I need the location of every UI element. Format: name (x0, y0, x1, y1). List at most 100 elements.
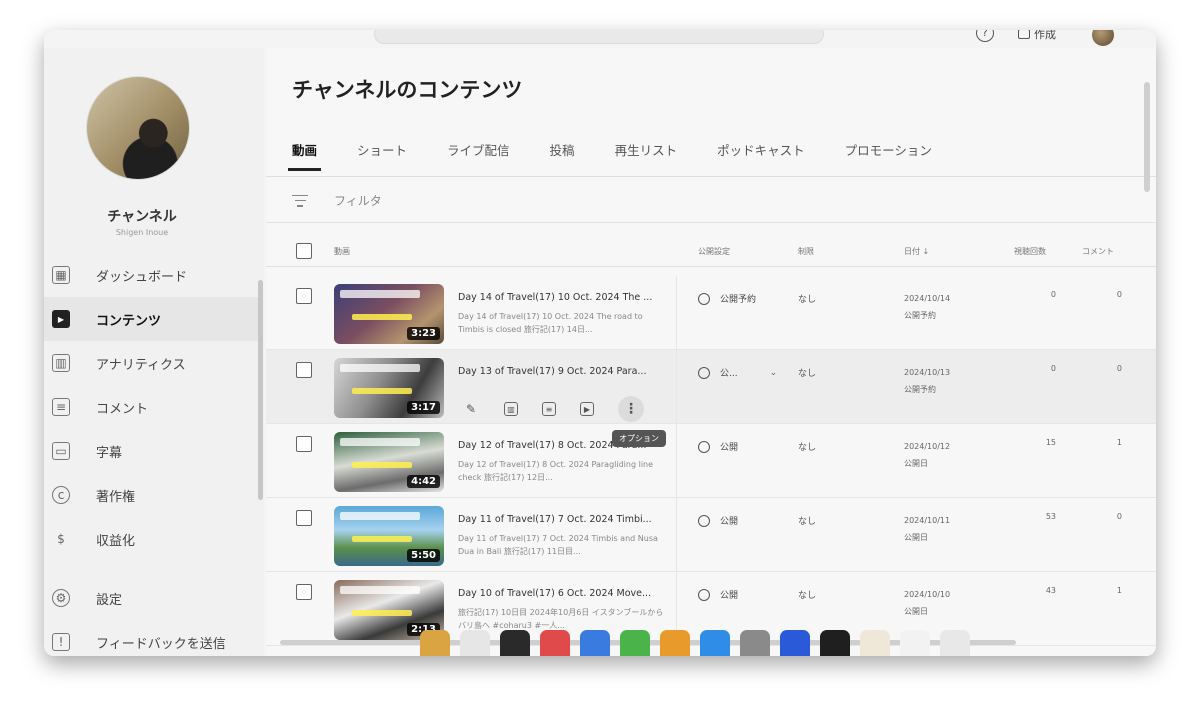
row-checkbox[interactable] (296, 288, 312, 304)
views-cell: 0 (1050, 290, 1056, 299)
date-cell: 2024/10/11 公開日 (904, 512, 950, 546)
column-header-video[interactable]: 動画 (334, 246, 350, 257)
sidebar-item-subtitles[interactable]: ▭ 字幕 (44, 429, 262, 473)
chevron-down-icon[interactable]: ⌄ (770, 368, 778, 378)
sidebar-item-dashboard[interactable]: ▦ ダッシュボード (44, 253, 262, 297)
channel-avatar[interactable] (86, 76, 190, 180)
comments-cell: 0 (1116, 512, 1122, 521)
vertical-scrollbar[interactable] (1144, 82, 1150, 192)
filter-bar[interactable]: フィルタ (292, 192, 382, 209)
app-icon[interactable] (900, 630, 930, 656)
app-icon[interactable] (420, 630, 450, 656)
row-checkbox[interactable] (296, 584, 312, 600)
video-title[interactable]: Day 11 of Travel(17) 7 Oct. 2024 Timbi..… (458, 514, 668, 525)
tab-shorts[interactable]: ショート (357, 140, 407, 171)
app-icon[interactable] (940, 630, 970, 656)
table-header: 動画 公開設定 制限 日付 ↓ 視聴回数 コメント (266, 236, 1156, 266)
page-title: チャンネルのコンテンツ (292, 78, 523, 102)
app-icon[interactable] (580, 630, 610, 656)
app-icon[interactable] (780, 630, 810, 656)
help-icon[interactable]: ? (976, 30, 994, 42)
sidebar-item-monetization[interactable]: $ 収益化 (44, 517, 262, 561)
column-divider (676, 424, 677, 498)
table-row[interactable]: 3:17 Day 13 of Travel(17) 9 Oct. 2024 Pa… (266, 350, 1156, 447)
app-icon[interactable] (500, 630, 530, 656)
comments-icon[interactable]: ≡ (542, 402, 556, 416)
video-title[interactable]: Day 10 of Travel(17) 6 Oct. 2024 Move... (458, 588, 668, 599)
terminal-icon[interactable] (820, 630, 850, 656)
video-title[interactable]: Day 14 of Travel(17) 10 Oct. 2024 The ..… (458, 292, 668, 303)
thumbnail-caption (352, 462, 412, 468)
table-row[interactable]: 3:23 Day 14 of Travel(17) 10 Oct. 2024 T… (266, 276, 1156, 350)
edit-icon[interactable]: ✎ (462, 400, 480, 418)
visibility-cell[interactable]: 公開 (698, 440, 738, 453)
column-header-restrictions[interactable]: 制限 (798, 246, 814, 257)
views-cell: 15 (1045, 438, 1056, 447)
date-cell: 2024/10/13 公開予約 (904, 364, 950, 398)
app-icon[interactable] (740, 630, 770, 656)
app-icon[interactable] (700, 630, 730, 656)
restriction-cell: なし (798, 591, 817, 601)
app-icon[interactable] (660, 630, 690, 656)
video-title[interactable]: Day 13 of Travel(17) 9 Oct. 2024 Para... (458, 366, 668, 377)
create-button[interactable]: 作成 (1010, 30, 1064, 44)
visibility-cell[interactable]: 公開予約 (698, 292, 756, 305)
sidebar-item-label: コンテンツ (96, 313, 162, 329)
visibility-cell[interactable]: 公開 (698, 588, 738, 601)
analytics-icon[interactable]: ▥ (504, 402, 518, 416)
video-thumbnail[interactable]: 4:42 (334, 432, 444, 492)
sidebar: チャンネル Shigen Inoue ▦ ダッシュボード ▶ コンテンツ ▥ ア… (44, 48, 264, 656)
tab-videos[interactable]: 動画 (287, 140, 322, 171)
date-value: 2024/10/10 (904, 590, 951, 599)
column-header-views[interactable]: 視聴回数 (1014, 246, 1046, 257)
tab-promotions[interactable]: プロモーション (845, 140, 932, 171)
sidebar-item-copyright[interactable]: c 著作権 (44, 473, 262, 517)
create-label: 作成 (1034, 30, 1056, 41)
app-icon[interactable] (860, 630, 890, 656)
sidebar-item-settings[interactable]: ⚙ 設定 (44, 576, 262, 620)
account-avatar[interactable] (1092, 30, 1114, 46)
app-icon[interactable] (460, 630, 490, 656)
thumbnail-caption (340, 364, 420, 372)
sidebar-item-comments[interactable]: ≡ コメント (44, 385, 262, 429)
tab-playlists[interactable]: 再生リスト (615, 140, 678, 171)
filter-input[interactable]: フィルタ (334, 192, 382, 209)
date-status: 公開予約 (904, 311, 936, 320)
visibility-label: 公開 (720, 591, 739, 601)
column-divider (676, 350, 677, 424)
channel-name: チャンネル (107, 209, 177, 225)
thumbnail-caption (352, 536, 412, 542)
video-thumbnail[interactable]: 3:23 (334, 284, 444, 344)
select-all-checkbox[interactable] (296, 243, 312, 259)
tab-posts[interactable]: 投稿 (550, 140, 575, 171)
visibility-cell[interactable]: 公... ⌄ (698, 366, 777, 379)
sidebar-item-feedback[interactable]: ! フィードバックを送信 (44, 620, 262, 656)
clock-icon (698, 366, 710, 379)
app-icon[interactable] (620, 630, 650, 656)
column-header-visibility[interactable]: 公開設定 (698, 246, 730, 257)
clock-icon (698, 292, 710, 305)
tab-podcasts[interactable]: ポッドキャスト (717, 140, 805, 171)
table-row[interactable]: 4:42 Day 12 of Travel(17) 8 Oct. 2024 Pa… (266, 424, 1156, 498)
sidebar-item-analytics[interactable]: ▥ アナリティクス (44, 341, 262, 385)
options-icon[interactable]: ⋮ (618, 396, 644, 422)
search-bar[interactable] (374, 30, 824, 44)
date-status: 公開日 (904, 533, 928, 542)
row-checkbox[interactable] (296, 362, 312, 378)
table-row[interactable]: 5:50 Day 11 of Travel(17) 7 Oct. 2024 Ti… (266, 498, 1156, 572)
video-thumbnail[interactable]: 3:17 (334, 358, 444, 418)
youtube-icon[interactable]: ▶ (580, 402, 594, 416)
dashboard-icon: ▦ (52, 266, 70, 284)
column-header-comments[interactable]: コメント (1082, 246, 1114, 257)
sidebar-scrollbar[interactable] (258, 280, 263, 500)
row-checkbox[interactable] (296, 436, 312, 452)
globe-icon (698, 440, 710, 453)
tab-live[interactable]: ライブ配信 (447, 140, 510, 171)
video-thumbnail[interactable]: 5:50 (334, 506, 444, 566)
row-checkbox[interactable] (296, 510, 312, 526)
sidebar-item-content[interactable]: ▶ コンテンツ (44, 297, 262, 341)
content-tabs: 動画 ショート ライブ配信 投稿 再生リスト ポッドキャスト プロモーション (287, 140, 972, 171)
app-icon[interactable] (540, 630, 570, 656)
column-header-date[interactable]: 日付 ↓ (904, 246, 929, 257)
visibility-cell[interactable]: 公開 (698, 514, 738, 527)
